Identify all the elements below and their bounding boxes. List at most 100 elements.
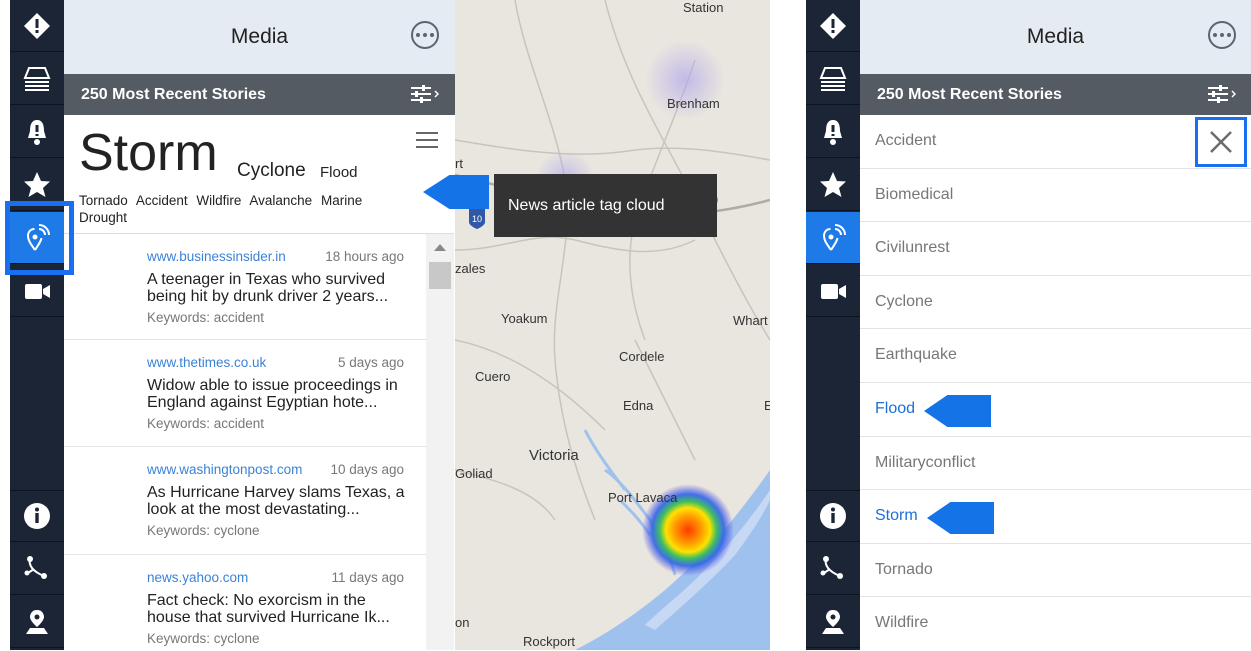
map-label: Victoria [529, 447, 579, 464]
more-options-button[interactable] [1208, 21, 1236, 49]
category-item-tornado[interactable]: Tornado [860, 544, 1251, 598]
tag-drought[interactable]: Drought [79, 210, 127, 225]
close-button[interactable] [1195, 117, 1247, 167]
tag-marine[interactable]: Marine [321, 193, 362, 208]
story-keywords: Keywords: accident [147, 310, 265, 325]
layers-icon [23, 66, 51, 91]
layers-icon [819, 66, 847, 91]
alert-diamond-icon [24, 12, 50, 39]
info-button[interactable] [806, 490, 860, 542]
media-button-highlight [5, 201, 74, 275]
map-label: E [764, 398, 770, 413]
category-label: Biomedical [875, 185, 954, 203]
category-item-accident[interactable]: Accident [860, 115, 1251, 169]
panel-title: Media [230, 25, 289, 48]
category-label: Tornado [875, 560, 933, 578]
category-item-militaryconflict[interactable]: Militaryconflict [860, 437, 1251, 491]
svg-text:10: 10 [472, 214, 482, 224]
story-age: 10 days ago [330, 462, 404, 477]
category-label: Earthquake [875, 346, 957, 364]
tag-cloud-tooltip: News article tag cloud [494, 174, 717, 237]
tag-accident[interactable]: Accident [136, 193, 188, 208]
category-item-flood[interactable]: Flood [860, 383, 1251, 437]
highway-shield: 10 [469, 208, 485, 229]
category-item-earthquake[interactable]: Earthquake [860, 329, 1251, 383]
video-icon [821, 283, 846, 299]
stories-count-label: 250 Most Recent Stories [81, 86, 266, 103]
story-headline[interactable]: Widow able to issue proceedings in Engla… [147, 377, 407, 411]
video-icon [25, 283, 50, 299]
tag-cloud: Storm Cyclone Flood Tornado Accident Wil… [64, 115, 454, 234]
map-view[interactable]: Station Brenham zales Yoakum Whart Corde… [455, 0, 770, 650]
video-button[interactable] [806, 265, 860, 317]
tag-flood[interactable]: Flood [320, 164, 358, 181]
category-label: Cyclone [875, 292, 933, 310]
story-source-link[interactable]: www.businessinsider.in [147, 249, 286, 264]
scrollbar-thumb[interactable] [429, 262, 451, 289]
map-label: Whart [733, 313, 768, 328]
story-keywords: Keywords: cyclone [147, 631, 260, 646]
alert-diamond-icon [820, 12, 846, 39]
category-item-wildfire[interactable]: Wildfire [860, 597, 1251, 651]
map-label: Rockport [523, 634, 575, 649]
map-label: on [455, 615, 469, 630]
map-label: Port Lavaca [608, 490, 678, 505]
map-label: Edna [623, 398, 654, 413]
story-source-link[interactable]: news.yahoo.com [147, 570, 248, 585]
layers-button[interactable] [10, 53, 64, 105]
scroll-up-arrow-icon[interactable] [434, 244, 446, 251]
location-button[interactable] [806, 596, 860, 648]
category-item-biomedical[interactable]: Biomedical [860, 169, 1251, 223]
map-label: zales [455, 261, 486, 276]
alerts-button[interactable] [806, 0, 860, 52]
tag-avalanche[interactable]: Avalanche [249, 193, 312, 208]
category-item-cyclone[interactable]: Cyclone [860, 276, 1251, 330]
category-label: Accident [875, 132, 937, 149]
story-item[interactable]: news.yahoo.com 11 days ago Fact check: N… [64, 555, 426, 650]
map-label: Yoakum [501, 311, 548, 326]
tag-tornado[interactable]: Tornado [79, 193, 128, 208]
category-label: Militaryconflict [875, 453, 976, 471]
stories-subbar: 250 Most Recent Stories [860, 74, 1251, 115]
tag-wildfire[interactable]: Wildfire [196, 193, 241, 208]
filter-settings-icon[interactable] [409, 82, 439, 106]
category-item-storm[interactable]: Storm [860, 490, 1251, 544]
notifications-button[interactable] [806, 106, 860, 158]
panel-title: Media [1026, 25, 1085, 48]
media-button[interactable] [806, 212, 860, 264]
story-item[interactable]: www.washingtonpost.com 10 days ago As Hu… [64, 447, 426, 555]
more-options-button[interactable] [411, 21, 439, 49]
story-headline[interactable]: Fact check: No exorcism in the house tha… [147, 592, 407, 626]
story-headline[interactable]: As Hurricane Harvey slams Texas, a look … [147, 484, 407, 518]
filter-settings-icon[interactable] [1206, 82, 1236, 106]
story-age: 5 days ago [337, 355, 404, 370]
story-list-scrollbar[interactable] [426, 234, 454, 650]
tag-storm[interactable]: Storm [79, 127, 218, 179]
tag-cyclone[interactable]: Cyclone [237, 160, 306, 182]
story-source-link[interactable]: www.washingtonpost.com [147, 462, 302, 477]
story-headline[interactable]: A teenager in Texas who survived being h… [147, 271, 407, 305]
route-button[interactable] [806, 543, 860, 595]
story-age: 11 days ago [331, 570, 404, 585]
map-label: rt [455, 156, 463, 171]
story-item[interactable]: www.businessinsider.in 18 hours ago A te… [64, 234, 426, 340]
category-label: Storm [875, 507, 918, 525]
star-icon [820, 171, 846, 197]
category-item-civilunrest[interactable]: Civilunrest [860, 222, 1251, 276]
map-label: Cordele [619, 349, 665, 364]
alerts-button[interactable] [10, 0, 64, 52]
left-icon-rail [10, 0, 64, 650]
stories-count-label: 250 Most Recent Stories [877, 86, 1062, 103]
star-icon [24, 171, 50, 197]
layers-button[interactable] [806, 53, 860, 105]
hamburger-menu-icon[interactable] [416, 132, 438, 148]
story-source-link[interactable]: www.thetimes.co.uk [147, 355, 266, 370]
favorites-button[interactable] [806, 159, 860, 211]
location-button[interactable] [10, 596, 64, 648]
route-button[interactable] [10, 543, 64, 595]
close-icon [1210, 131, 1232, 153]
notifications-button[interactable] [10, 106, 64, 158]
info-button[interactable] [10, 490, 64, 542]
map-label: Goliad [455, 466, 493, 481]
story-item[interactable]: www.thetimes.co.uk 5 days ago Widow able… [64, 340, 426, 447]
